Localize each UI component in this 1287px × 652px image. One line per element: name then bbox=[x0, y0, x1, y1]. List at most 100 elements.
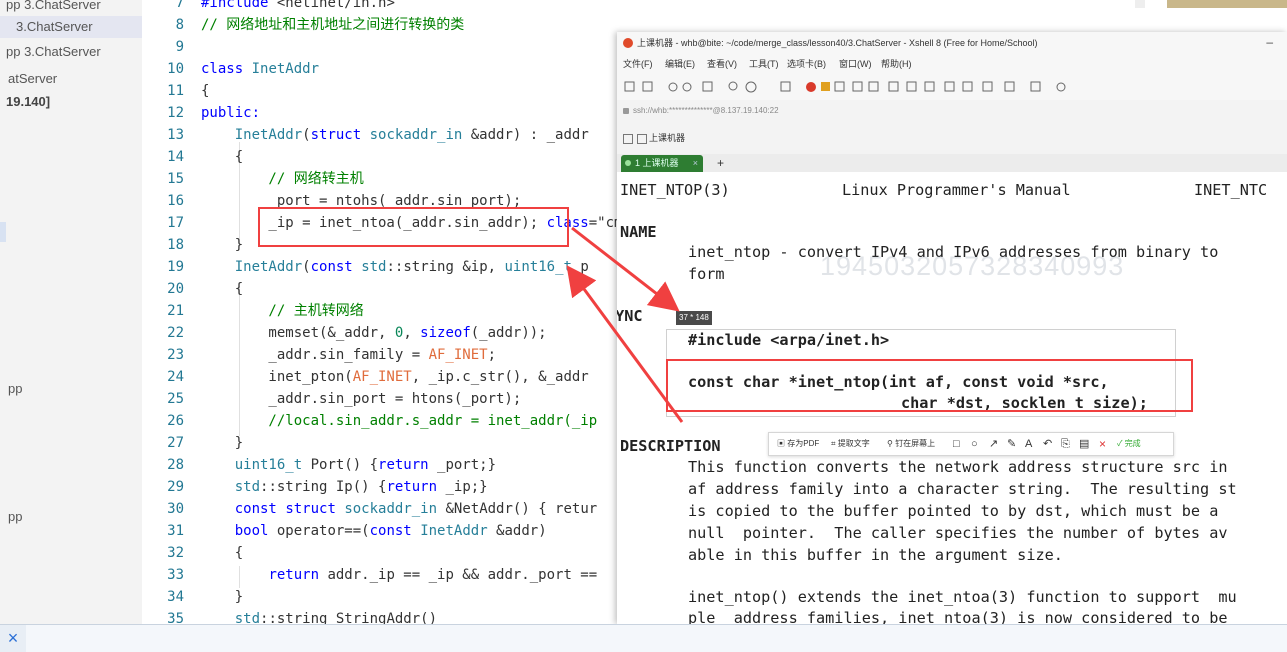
code-text: inet_pton(AF_INET, _ip.c_str(), &_addr bbox=[201, 369, 589, 385]
code-text: // 网络转主机 bbox=[201, 171, 364, 187]
menu-file[interactable]: 文件(F) bbox=[623, 54, 653, 74]
code-text: //local.sin_addr.s_addr = inet_addr(_ip bbox=[201, 413, 598, 429]
tab-session-1[interactable]: 1 上课机器 × bbox=[621, 155, 703, 172]
tab-close-icon[interactable]: × bbox=[693, 155, 698, 172]
line-number: 35 bbox=[167, 611, 184, 624]
explorer-item-selected[interactable]: 3.ChatServer bbox=[0, 16, 158, 38]
explorer-item[interactable]: 19.140] bbox=[0, 91, 148, 113]
code-line[interactable]: 13 InetAddr(struct sockaddr_in &addr) : … bbox=[142, 124, 617, 146]
code-text: InetAddr(struct sockaddr_in &addr) : _ad… bbox=[234, 127, 589, 143]
code-line[interactable]: 34 } bbox=[142, 586, 617, 608]
menu-tabs[interactable]: 选项卡(B) bbox=[787, 54, 826, 74]
include-line: #include <arpa/inet.h> bbox=[688, 331, 890, 349]
arrow-tool-icon[interactable]: ↗ bbox=[989, 433, 998, 455]
section-synopsis-heading: SYNC bbox=[617, 307, 643, 325]
save-icon[interactable]: ▤ bbox=[1079, 433, 1089, 455]
code-line[interactable]: 21 // 主机转网络 bbox=[142, 300, 617, 322]
man-header-left: INET_NTOP(3) bbox=[620, 181, 730, 199]
menu-edit[interactable]: 编辑(E) bbox=[665, 54, 695, 74]
explorer-item[interactable]: pp bbox=[0, 506, 150, 528]
new-session-icon[interactable] bbox=[637, 134, 647, 144]
code-line[interactable]: 30 const struct sockaddr_in &NetAddr() {… bbox=[142, 498, 617, 520]
line-number: 23 bbox=[167, 347, 184, 363]
text-tool-icon[interactable]: A bbox=[1025, 433, 1032, 455]
explorer-item[interactable]: pp 3.ChatServer bbox=[6, 0, 148, 16]
code-line[interactable]: 12 public: bbox=[142, 102, 617, 124]
code-text: std::string Ip() {return _ip;} bbox=[234, 479, 488, 495]
code-line[interactable]: 29 std::string Ip() {return _ip;} bbox=[142, 476, 617, 498]
save-pdf-button[interactable]: ▣ 存为PDF bbox=[777, 433, 819, 455]
line-number: 19 bbox=[167, 259, 184, 275]
pen-tool-icon[interactable]: ✎ bbox=[1007, 433, 1016, 455]
minimize-icon[interactable]: – bbox=[1266, 32, 1273, 53]
connected-dot-icon bbox=[625, 160, 631, 166]
code-line[interactable]: 33 return addr._ip == _ip && addr._port … bbox=[142, 564, 617, 586]
watermark: 1945032057328340993 bbox=[820, 251, 1125, 281]
code-line[interactable]: 11 { bbox=[142, 80, 617, 102]
undo-icon[interactable]: ↶ bbox=[1043, 433, 1052, 455]
extract-text-button[interactable]: ⌗ 提取文字 bbox=[831, 433, 870, 455]
description-line: ple address families, inet_ntoa(3) is no… bbox=[688, 609, 1228, 624]
code-line[interactable]: 10 class InetAddr bbox=[142, 58, 617, 80]
new-tab-button[interactable]: + bbox=[717, 154, 724, 172]
code-text: return addr._ip == _ip && addr._port == bbox=[268, 567, 598, 583]
rectangle-tool-icon[interactable]: □ bbox=[953, 433, 960, 455]
address-bar[interactable]: ssh://whb:**************@8.137.19.140:22 bbox=[617, 100, 1287, 123]
code-line[interactable]: 27 } bbox=[142, 432, 617, 454]
description-line: This function converts the network addre… bbox=[688, 458, 1228, 476]
man-header-center: Linux Programmer's Manual bbox=[842, 181, 1071, 199]
code-text: #include <netinet/in.h> bbox=[201, 0, 395, 11]
code-line[interactable]: 31 bool operator==(const InetAddr &addr) bbox=[142, 520, 617, 542]
menu-tools[interactable]: 工具(T) bbox=[749, 54, 779, 74]
session-bar: 上课机器 bbox=[617, 122, 1287, 154]
menu-help[interactable]: 帮助(H) bbox=[881, 54, 912, 74]
done-button[interactable]: ✓ 完成 bbox=[1117, 433, 1141, 455]
line-number: 16 bbox=[167, 193, 184, 209]
toolbar-icons[interactable] bbox=[621, 74, 1181, 100]
explorer-item[interactable]: pp 3.ChatServer bbox=[0, 41, 148, 63]
code-line[interactable]: 35 std::string StringAddr() bbox=[142, 608, 617, 624]
section-description-heading: DESCRIPTION bbox=[620, 437, 721, 455]
close-icon[interactable]: × bbox=[0, 625, 26, 652]
code-line[interactable]: 22 memset(&_addr, 0, sizeof(_addr)); bbox=[142, 322, 617, 344]
pdf-icon: ▣ bbox=[777, 439, 788, 448]
code-line[interactable]: 14 { bbox=[142, 146, 617, 168]
menu-view[interactable]: 查看(V) bbox=[707, 54, 737, 74]
code-line[interactable]: 24 inet_pton(AF_INET, _ip.c_str(), &_add… bbox=[142, 366, 617, 388]
window-title: 上课机器 - whb@bite: ~/code/merge_class/less… bbox=[637, 38, 1038, 48]
line-number: 14 bbox=[167, 149, 184, 165]
code-line[interactable]: 7 #include <netinet/in.h> bbox=[142, 0, 617, 14]
code-line[interactable]: 23 _addr.sin_family = AF_INET; bbox=[142, 344, 617, 366]
pin-label: 钉在屏幕上 bbox=[895, 439, 936, 448]
line-number: 20 bbox=[167, 281, 184, 297]
description-line: af address family into a character strin… bbox=[688, 480, 1237, 498]
code-line[interactable]: 19 InetAddr(const std::string &ip, uint1… bbox=[142, 256, 617, 278]
tab-label: 1 上课机器 bbox=[635, 158, 679, 168]
explorer-item[interactable]: pp bbox=[0, 378, 150, 400]
line-number: 24 bbox=[167, 369, 184, 385]
code-text: { bbox=[201, 545, 244, 561]
ellipse-tool-icon[interactable]: ○ bbox=[971, 433, 978, 455]
cancel-icon[interactable]: × bbox=[1099, 433, 1106, 455]
code-line[interactable]: 9 bbox=[142, 36, 617, 58]
explorer-item[interactable]: atServer bbox=[0, 68, 150, 90]
pin-button[interactable]: ⚲ 钉在屏幕上 bbox=[887, 433, 935, 455]
explorer-focus-marker bbox=[0, 222, 6, 242]
code-line[interactable]: 32 { bbox=[142, 542, 617, 564]
code-text: class InetAddr bbox=[201, 61, 320, 77]
code-line[interactable]: 15 // 网络转主机 bbox=[142, 168, 617, 190]
copy-icon[interactable]: ⎘ bbox=[1061, 433, 1070, 455]
menu-window[interactable]: 窗口(W) bbox=[839, 54, 872, 74]
file-explorer: pp 3.ChatServer 3.ChatServer pp 3.ChatSe… bbox=[0, 0, 158, 624]
session-icon[interactable] bbox=[623, 134, 633, 144]
code-line[interactable]: 28 uint16_t Port() {return _port;} bbox=[142, 454, 617, 476]
code-line[interactable]: 26 //local.sin_addr.s_addr = inet_addr(_… bbox=[142, 410, 617, 432]
man-header-right: INET_NTC bbox=[1194, 181, 1268, 199]
code-text: uint16_t Port() {return _port;} bbox=[234, 457, 497, 473]
code-line[interactable]: 25 _addr.sin_port = htons(_port); bbox=[142, 388, 617, 410]
code-line[interactable]: 20 { bbox=[142, 278, 617, 300]
line-number: 29 bbox=[167, 479, 184, 495]
session-label[interactable]: 上课机器 bbox=[649, 122, 685, 154]
code-line[interactable]: 8 // 网络地址和主机地址之间进行转换的类 bbox=[142, 14, 617, 36]
code-editor[interactable]: 7 #include <netinet/in.h> 8 // 网络地址和主机地址之间进… bbox=[142, 0, 617, 624]
